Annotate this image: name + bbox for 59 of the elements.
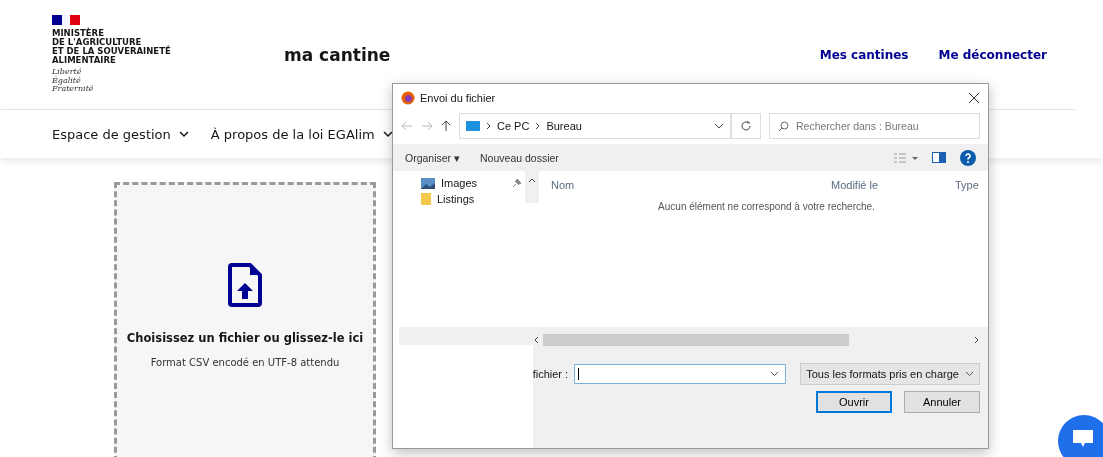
header-link[interactable]: Mes cantines (819, 47, 909, 62)
view-options-icon[interactable] (894, 152, 918, 163)
chevron-right-icon (535, 122, 541, 130)
file-type-dropdown[interactable]: Tous les formats pris en charge (800, 363, 980, 385)
dropzone-title: Choisissez un fichier ou glissez-le ici (126, 331, 364, 345)
close-icon[interactable] (968, 92, 980, 104)
dialog-title: Envoi du fichier (420, 92, 496, 104)
chevron-down-icon (965, 371, 974, 377)
address-bar[interactable]: Ce PC Bureau (459, 113, 731, 139)
scroll-up-icon[interactable] (528, 177, 536, 183)
file-upload-icon (228, 263, 262, 307)
up-arrow-icon[interactable] (441, 120, 451, 132)
image-folder-icon (421, 177, 435, 189)
ministry-name-line: DE L'AGRICULTURE (52, 38, 142, 48)
ministry-name-line: ALIMENTAIRE (52, 56, 117, 66)
filename-label: fichier : (532, 368, 569, 380)
file-dropzone[interactable]: Choisissez un fichier ou glissez-le ici Format CSV encodé en UTF-8 attendu (114, 182, 376, 457)
site-title[interactable]: ma cantine (284, 44, 391, 65)
chevron-right-icon (486, 122, 491, 130)
scroll-left-icon[interactable] (532, 336, 539, 344)
horizontal-scrollbar[interactable] (532, 333, 980, 347)
scroll-right-icon[interactable] (974, 336, 980, 344)
path-segment[interactable]: Bureau (546, 120, 582, 132)
help-icon[interactable] (960, 149, 976, 166)
browser-logo-icon (401, 91, 415, 105)
dialog-button[interactable]: Annuler (904, 391, 980, 413)
refresh-button[interactable] (731, 113, 761, 139)
chevron-down-icon (770, 371, 780, 377)
motto-line: Égalité (52, 76, 82, 85)
dialog-button[interactable]: Ouvrir (816, 391, 892, 413)
search-icon (778, 121, 789, 132)
folder-icon (421, 193, 431, 205)
ministry-name-line: ET DE LA SOUVERAINETÉ (52, 47, 172, 57)
column-header[interactable]: Modifié le (831, 179, 955, 191)
ministry-name-line: MINISTÈRE (52, 29, 104, 39)
monitor-icon (466, 121, 480, 131)
path-segment[interactable]: Ce PC (497, 120, 530, 132)
empty-message: Aucun élément ne correspond à votre recherche. (658, 201, 875, 212)
filename-field[interactable] (574, 364, 787, 384)
motto-line: Fraternité (52, 85, 95, 94)
dropzone-hint: Format CSV encodé en UTF-8 attendu (150, 357, 340, 368)
speech-bubble-icon (1072, 429, 1094, 449)
nav-menu-button[interactable]: Espace de gestion (52, 126, 189, 142)
preview-pane-icon[interactable] (932, 152, 946, 163)
column-header[interactable]: Nom (545, 179, 831, 191)
chevron-down-icon (382, 130, 393, 138)
search-field[interactable]: Rechercher dans : Bureau (769, 113, 980, 139)
toolbar-button[interactable]: Organiser ▾ (405, 151, 461, 164)
sidebar-item[interactable]: Listings (421, 193, 525, 205)
motto-line: Liberté (52, 68, 83, 77)
header-link[interactable]: Me déconnecter (938, 47, 1047, 62)
sidebar-item[interactable]: Images (421, 177, 525, 189)
chevron-down-icon[interactable] (714, 122, 724, 130)
chevron-down-icon (178, 130, 189, 138)
nav-menu-button[interactable]: À propos de la loi EGAlim (210, 126, 393, 142)
refresh-icon (740, 120, 752, 132)
flag-icon (52, 15, 80, 26)
column-header[interactable]: Type (955, 179, 979, 191)
toolbar-button[interactable]: Nouveau dossier (480, 151, 559, 164)
